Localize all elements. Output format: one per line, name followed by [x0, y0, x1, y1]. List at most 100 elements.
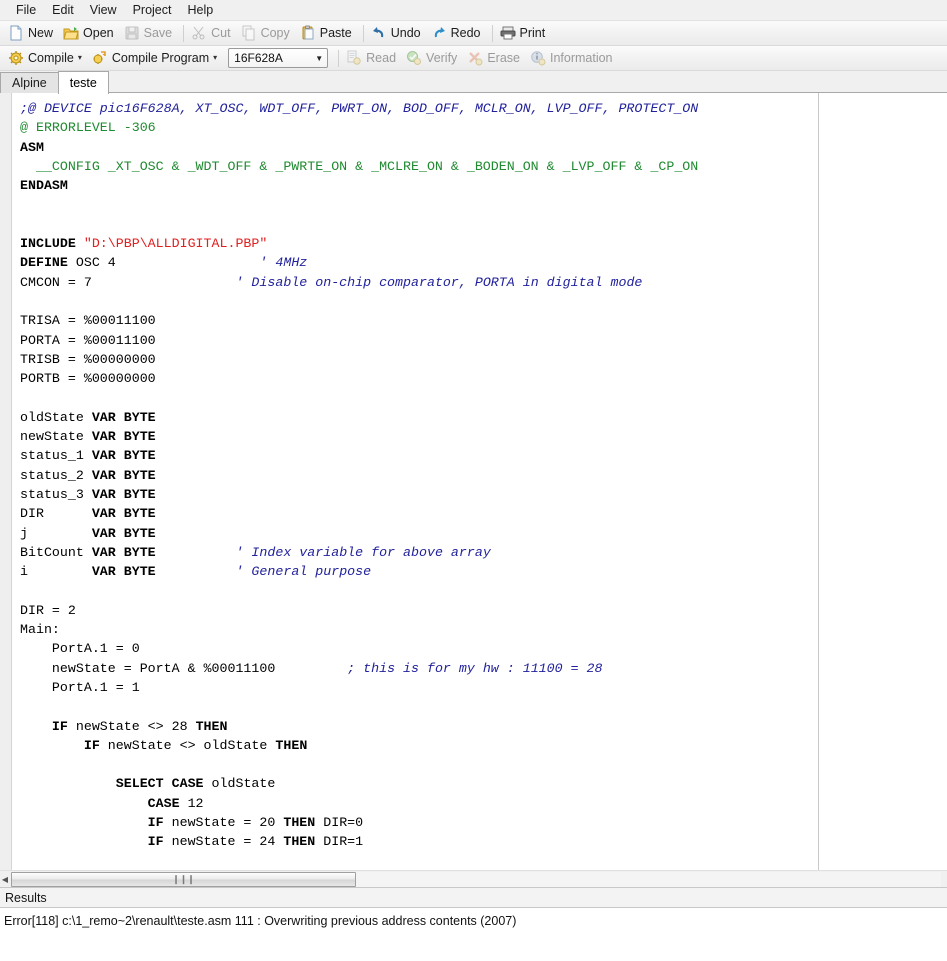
save-disk-icon	[124, 25, 144, 41]
code-line: ;@ DEVICE pic16F628A, XT_OSC, WDT_OFF, P…	[20, 99, 947, 118]
code-span: THEN	[195, 718, 228, 734]
redo-arrow-icon	[431, 25, 451, 41]
chevron-down-icon[interactable]: ▾	[213, 51, 217, 65]
application-window: File Edit View Project Help New Open Save Cut Co…	[0, 0, 947, 961]
scrollbar-thumb[interactable]: ❙❙❙	[11, 872, 356, 887]
code-line: CASE 12	[20, 794, 947, 813]
code-span	[20, 815, 148, 830]
open-button[interactable]: Open	[60, 23, 120, 44]
code-span: ; this is for my hw : 11100 = 28	[347, 660, 603, 676]
device-select[interactable]: 16F628A ▼	[228, 48, 329, 68]
code-line: DEFINE OSC 4 ' 4MHz	[20, 253, 947, 272]
menu-edit[interactable]: Edit	[44, 1, 82, 20]
code-line: TRISB = %00000000	[20, 350, 947, 369]
erase-x-icon	[467, 50, 487, 66]
undo-arrow-icon	[371, 25, 391, 41]
gear-yellow-icon	[8, 50, 28, 66]
code-line: DIR = 2	[20, 601, 947, 620]
tab-teste[interactable]: teste	[57, 71, 109, 94]
code-span: OSC 4	[67, 255, 260, 271]
code-line: Main:	[20, 620, 947, 639]
scissors-icon	[191, 25, 211, 41]
new-label: New	[28, 26, 54, 40]
compile-toolbar: Compile ▾ Compile Program ▾ 16F628A ▼ Read Veri…	[0, 46, 947, 71]
code-span: PORTA = %00011100	[20, 332, 156, 348]
code-span	[20, 738, 84, 753]
undo-button[interactable]: Undo	[368, 23, 427, 44]
redo-button[interactable]: Redo	[428, 23, 487, 44]
erase-button: Erase	[464, 48, 526, 69]
code-span: status_1	[20, 448, 92, 464]
code-span: ' 4MHz	[259, 255, 308, 271]
menu-help[interactable]: Help	[179, 1, 221, 20]
code-span: THEN	[283, 834, 316, 850]
chevron-down-icon[interactable]: ▼	[315, 54, 323, 63]
toolbar-separator	[338, 49, 340, 67]
save-button: Save	[121, 23, 179, 44]
menu-view[interactable]: View	[82, 1, 125, 20]
code-span: IF	[147, 814, 164, 830]
code-span: VAR BYTE	[91, 564, 156, 580]
code-span: PortA.1 = 0	[20, 641, 140, 657]
code-span: i	[20, 564, 92, 580]
gear-arrow-icon	[92, 50, 112, 66]
code-span: ASM	[20, 139, 44, 155]
results-error-line[interactable]: Error[118] c:\1_remo~2\renault\teste.asm…	[4, 914, 947, 929]
code-span	[20, 719, 52, 734]
tab-alpine[interactable]: Alpine	[0, 72, 59, 93]
code-span: newState	[20, 429, 92, 445]
menu-file[interactable]: File	[8, 1, 44, 20]
source-code-text[interactable]: ;@ DEVICE pic16F628A, XT_OSC, WDT_OFF, P…	[20, 99, 947, 870]
code-span: CASE	[147, 795, 180, 811]
code-line: i VAR BYTE ' General purpose	[20, 562, 947, 581]
code-span: VAR BYTE	[91, 544, 156, 560]
code-line: INCLUDE "D:\PBP\ALLDIGITAL.PBP"	[20, 234, 947, 253]
toolbar-separator	[491, 24, 493, 42]
code-span: BitCount	[20, 544, 92, 560]
code-span: ' Disable on-chip comparator, PORTA in d…	[235, 274, 643, 290]
code-span: VAR BYTE	[91, 467, 156, 483]
code-span: PORTB = %00000000	[20, 371, 156, 387]
code-line: BitCount VAR BYTE ' Index variable for a…	[20, 543, 947, 562]
code-line: PortA.1 = 0	[20, 639, 947, 658]
open-label: Open	[83, 26, 114, 40]
code-line: status_3 VAR BYTE	[20, 485, 947, 504]
scroll-left-arrow-icon[interactable]: ◀	[0, 872, 10, 887]
code-line: __CONFIG _XT_OSC & _WDT_OFF & _PWRTE_ON …	[20, 157, 947, 176]
copy-label: Copy	[260, 26, 290, 40]
print-button[interactable]: Print	[497, 23, 552, 44]
scrollbar-track[interactable]: ❙❙❙	[11, 872, 941, 887]
code-line: DIR VAR BYTE	[20, 504, 947, 523]
chevron-down-icon[interactable]: ▾	[78, 51, 82, 65]
code-span: status_2	[20, 467, 92, 483]
code-span: THEN	[275, 737, 308, 753]
editor-horizontal-scrollbar[interactable]: ◀ ❙❙❙	[0, 870, 947, 887]
code-span: oldState	[20, 409, 92, 425]
main-toolbar: New Open Save Cut Copy Paste Undo Redo Print	[0, 21, 947, 46]
code-span: TRISA = %00011100	[20, 313, 156, 329]
toolbar-separator	[362, 24, 364, 42]
new-button[interactable]: New	[5, 23, 59, 44]
code-span: IF	[83, 737, 100, 753]
menu-project[interactable]: Project	[125, 1, 180, 20]
code-line: status_2 VAR BYTE	[20, 466, 947, 485]
code-line: @ ERRORLEVEL -306	[20, 118, 947, 137]
code-line: TRISA = %00011100	[20, 311, 947, 330]
results-panel-body[interactable]: Error[118] c:\1_remo~2\renault\teste.asm…	[0, 908, 947, 961]
code-span: newState <> oldState	[99, 737, 276, 753]
code-span: Main:	[20, 622, 60, 638]
paste-label: Paste	[319, 26, 352, 40]
menu-bar: File Edit View Project Help	[0, 0, 947, 21]
code-span: j	[20, 525, 92, 541]
compile-program-button[interactable]: Compile Program ▾	[89, 48, 223, 69]
code-span: DIR=0	[315, 814, 364, 830]
paste-button[interactable]: Paste	[297, 23, 358, 44]
code-span	[156, 545, 236, 560]
compile-button[interactable]: Compile ▾	[5, 48, 88, 69]
code-line: newState = PortA & %00011100 ; this is f…	[20, 659, 947, 678]
code-editor[interactable]: ;@ DEVICE pic16F628A, XT_OSC, WDT_OFF, P…	[0, 93, 947, 870]
copy-button: Copy	[238, 23, 296, 44]
editor-gutter	[0, 93, 12, 870]
